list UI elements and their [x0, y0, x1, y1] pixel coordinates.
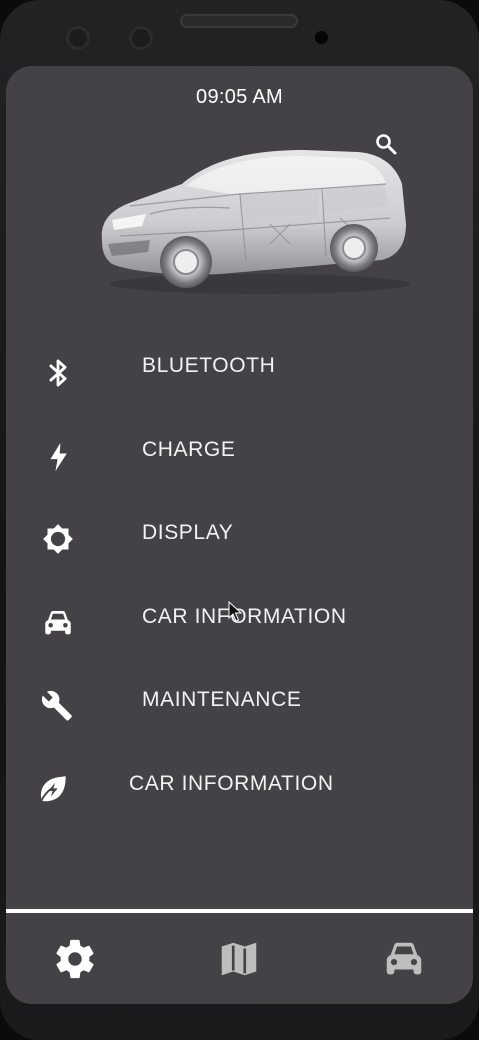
- car-front-icon: [45, 610, 71, 635]
- menu-label-car-information: CAR INFORMATION: [142, 605, 347, 628]
- brightness-gear-icon: [43, 524, 73, 554]
- menu-label-maintenance: MAINTENANCE: [142, 688, 302, 711]
- status-time: 09:05 AM: [196, 86, 283, 108]
- map-icon[interactable]: [216, 936, 262, 982]
- menu-label-car-information-eco: CAR INFORMATION: [129, 772, 334, 795]
- wrench-icon: [41, 690, 72, 721]
- front-camera: [66, 26, 90, 50]
- menu-item-bluetooth[interactable]: BLUETOOTH: [6, 336, 473, 396]
- menu-item-car-information-eco[interactable]: CAR INFORMATION: [6, 754, 473, 814]
- menu-label-display: DISPLAY: [142, 521, 234, 544]
- bottom-nav-divider: [6, 909, 473, 913]
- menu-item-charge[interactable]: CHARGE: [6, 420, 473, 480]
- front-sensor: [129, 26, 153, 50]
- proximity-sensor: [315, 31, 328, 44]
- menu-item-maintenance[interactable]: MAINTENANCE: [6, 670, 473, 730]
- earpiece-speaker: [180, 14, 298, 28]
- car-front-icon[interactable]: [381, 936, 427, 982]
- eco-leaf-bolt-icon: [39, 776, 66, 804]
- menu-label-bluetooth: BLUETOOTH: [142, 354, 276, 377]
- app-screen: 09:05 AM BLUETOOTH CHARGE DISPLAY CAR IN…: [6, 66, 473, 1004]
- mouse-cursor-icon: [228, 601, 243, 622]
- bluetooth-icon: [49, 359, 67, 387]
- menu-item-display[interactable]: DISPLAY: [6, 503, 473, 563]
- car-illustration: [101, 150, 410, 294]
- lightning-bolt-icon: [50, 442, 67, 472]
- settings-gear-icon[interactable]: [52, 936, 98, 982]
- phone-frame: 09:05 AM BLUETOOTH CHARGE DISPLAY CAR IN…: [0, 0, 479, 1040]
- menu-label-charge: CHARGE: [142, 438, 236, 461]
